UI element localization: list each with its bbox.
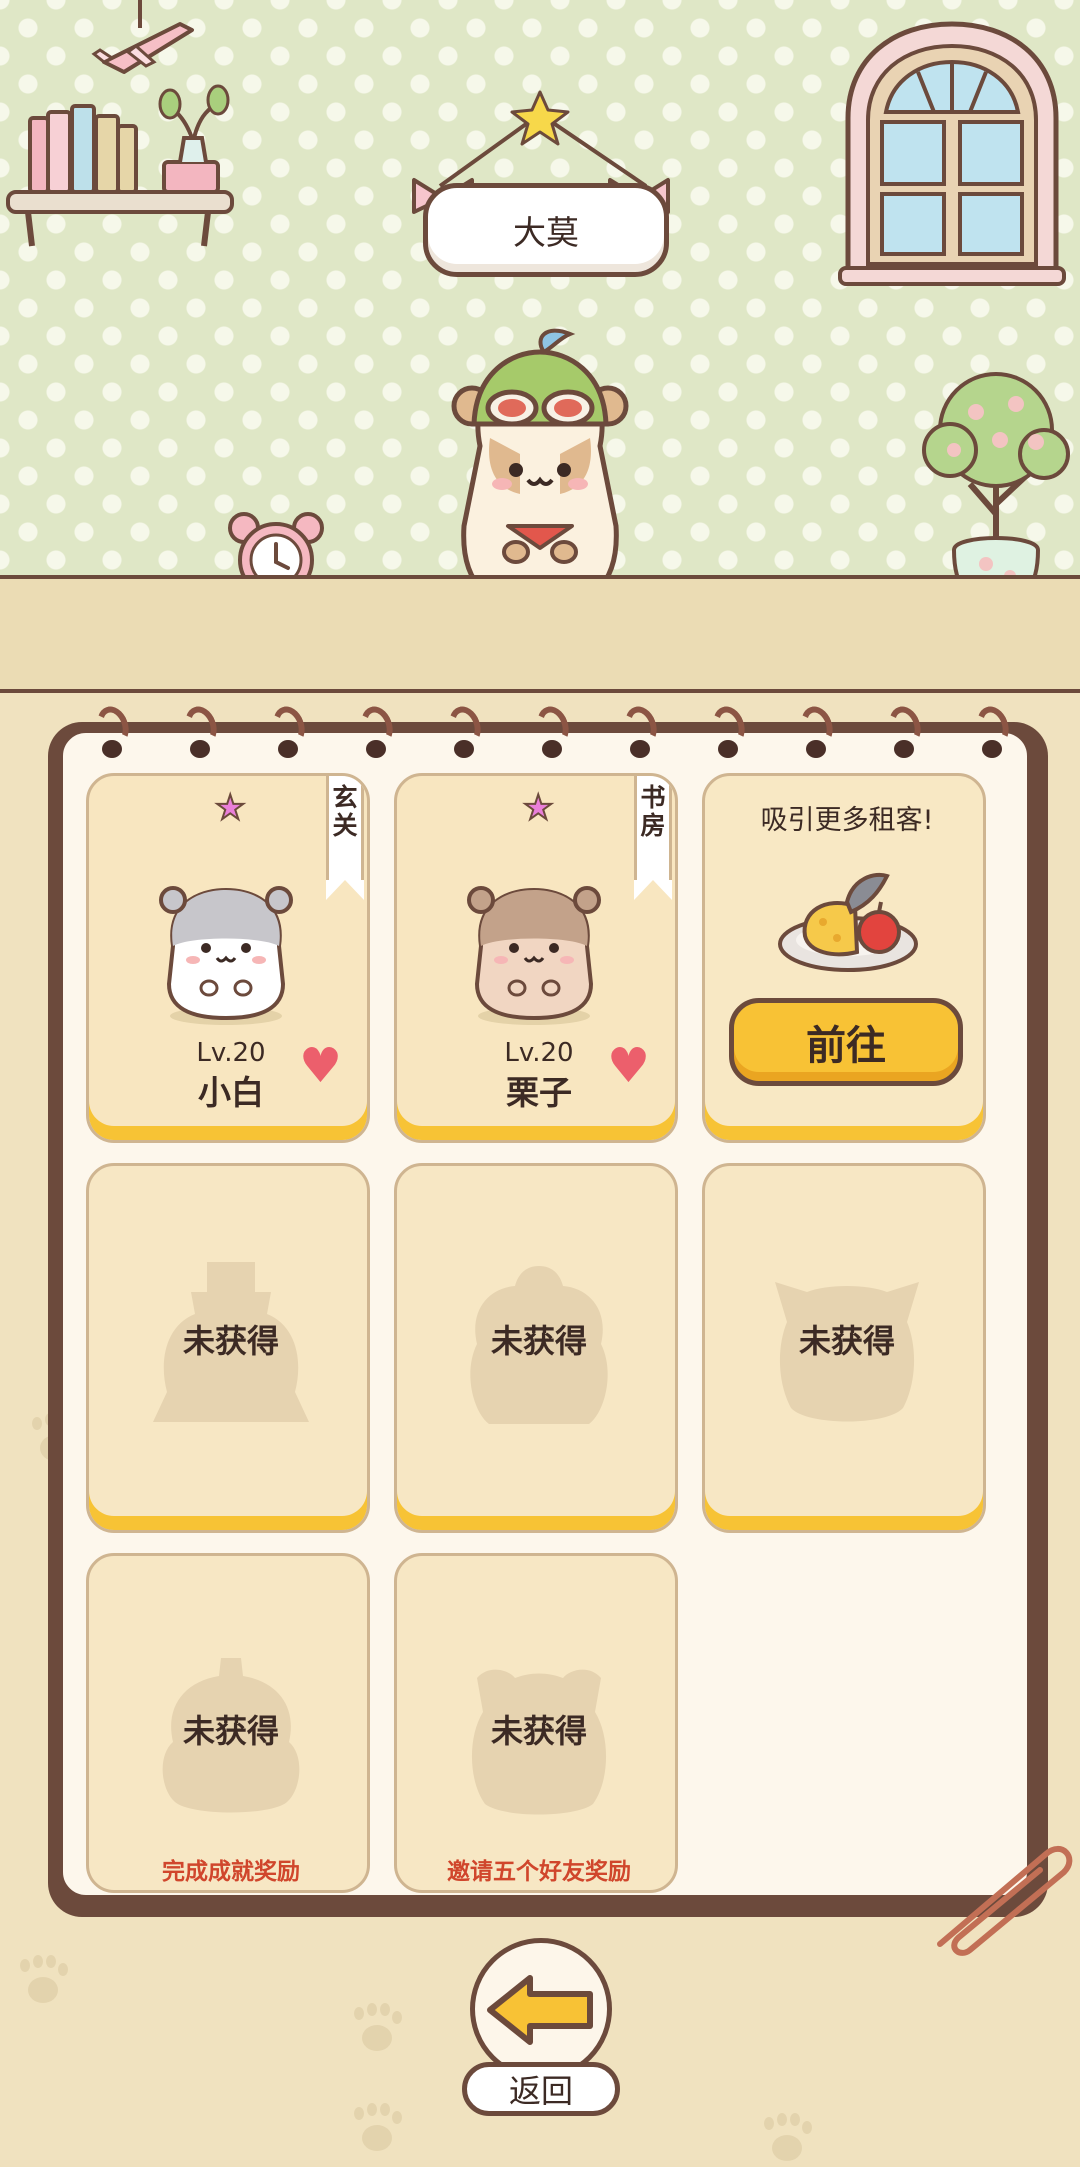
locked-tenant-slot[interactable]: 未获得 邀请五个好友奖励 bbox=[394, 1553, 678, 1893]
paw-print-icon bbox=[760, 2113, 814, 2167]
spiral-ring-icon bbox=[624, 706, 662, 758]
locked-tenant-slot[interactable]: 未获得 bbox=[86, 1163, 370, 1533]
white-hamster-avatar bbox=[159, 886, 293, 1025]
tenant-card[interactable]: ★ 书房 Lv.20 栗子 ♥ bbox=[394, 773, 678, 1143]
spiral-ring-icon bbox=[976, 706, 1014, 758]
goto-button[interactable]: 前往 bbox=[729, 998, 963, 1086]
spiral-ring-icon bbox=[888, 706, 926, 758]
paw-print-icon bbox=[350, 2103, 404, 2157]
reward-condition-text: 完成成就奖励 bbox=[162, 1859, 300, 1885]
locked-label: 未获得 bbox=[490, 1322, 587, 1360]
paper-clip-icon bbox=[937, 1846, 1073, 1956]
spiral-ring-icon bbox=[360, 706, 398, 758]
back-button-label[interactable]: 返回 bbox=[462, 2062, 620, 2116]
brown-hamster-avatar bbox=[467, 886, 601, 1025]
paw-print-icon bbox=[350, 2003, 404, 2057]
potted-tree-icon bbox=[922, 372, 1070, 605]
room-scene: 大莫 bbox=[0, 0, 1080, 644]
locked-tenant-slot[interactable]: 未获得 bbox=[394, 1163, 678, 1533]
spiral-ring-icon bbox=[96, 706, 134, 758]
tenant-card[interactable]: ★ 玄关 Lv.20 小白 ♥ bbox=[86, 773, 370, 1143]
locked-label: 未获得 bbox=[490, 1712, 587, 1750]
window-icon bbox=[838, 21, 1066, 286]
star-icon: ★ bbox=[522, 787, 555, 829]
locked-label: 未获得 bbox=[182, 1712, 279, 1750]
room-owner-name: 大莫 bbox=[513, 213, 579, 252]
attract-tenants-card: 吸引更多租客! 前往 bbox=[702, 773, 986, 1143]
spiral-ring-icon bbox=[184, 706, 222, 758]
spiral-ring-icon bbox=[448, 706, 486, 758]
floor bbox=[0, 575, 1080, 693]
heart-icon[interactable]: ♥ bbox=[299, 1042, 342, 1090]
food-plate-icon bbox=[778, 872, 918, 972]
reward-condition-text: 邀请五个好友奖励 bbox=[447, 1859, 631, 1885]
spiral-ring-icon bbox=[712, 706, 750, 758]
room-ribbon: 玄关 bbox=[326, 776, 364, 900]
paw-print-icon bbox=[16, 1955, 70, 2009]
locked-tenant-slot[interactable]: 未获得 完成成就奖励 bbox=[86, 1553, 370, 1893]
bookshelf-icon bbox=[6, 84, 234, 247]
locked-label: 未获得 bbox=[798, 1322, 895, 1360]
spiral-ring-icon bbox=[536, 706, 574, 758]
room-name: 书房 bbox=[640, 783, 666, 840]
star-icon: ★ bbox=[214, 787, 247, 829]
spiral-ring-icon bbox=[272, 706, 310, 758]
room-ribbon: 书房 bbox=[634, 776, 672, 900]
locked-tenant-slot[interactable]: 未获得 bbox=[702, 1163, 986, 1533]
locked-label: 未获得 bbox=[182, 1322, 279, 1360]
heart-icon[interactable]: ♥ bbox=[607, 1042, 650, 1090]
spiral-ring-icon bbox=[800, 706, 838, 758]
attract-tenants-text: 吸引更多租客! bbox=[760, 805, 934, 836]
room-name-sign[interactable]: 大莫 bbox=[423, 183, 669, 277]
tenant-notebook: ★ 玄关 Lv.20 小白 ♥ ★ 书房 Lv.20 栗子 ♥ 吸引更多租客! … bbox=[58, 728, 1032, 1900]
room-name: 玄关 bbox=[332, 783, 358, 840]
arrow-left-icon bbox=[487, 1975, 593, 2045]
